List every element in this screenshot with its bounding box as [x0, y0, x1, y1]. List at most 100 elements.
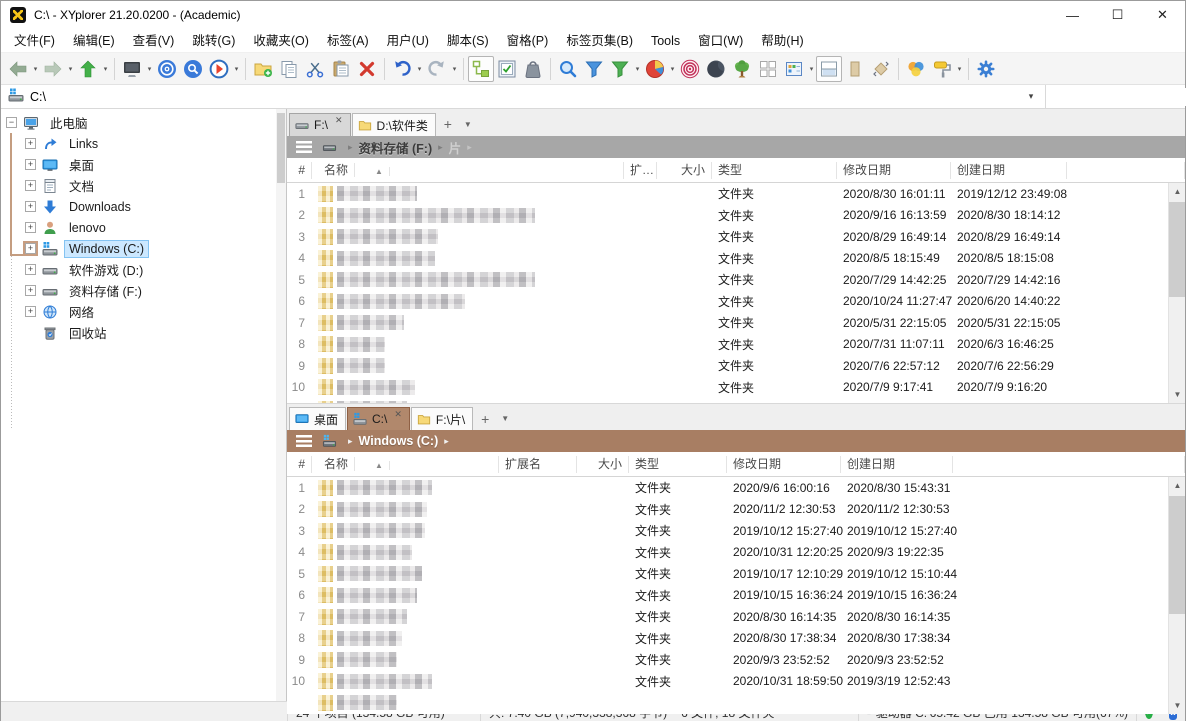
single-pane-button[interactable]	[842, 56, 868, 82]
column-header-size[interactable]: 大小	[657, 162, 712, 179]
menu-item[interactable]: 窗口(W)	[689, 29, 752, 53]
menu-item[interactable]: 脚本(S)	[438, 29, 498, 53]
filter-blue-button[interactable]	[581, 56, 607, 82]
address-dropdown[interactable]: ▾	[1017, 91, 1045, 102]
back-button[interactable]	[5, 56, 31, 82]
spiral-button[interactable]	[677, 56, 703, 82]
checkbox-system-button[interactable]	[494, 56, 520, 82]
menu-item[interactable]: 帮助(H)	[752, 29, 812, 53]
column-header-name[interactable]: 名称▲	[312, 456, 499, 473]
column-header-created[interactable]: 创建日期	[841, 456, 953, 473]
back-dropdown[interactable]: ▾	[31, 65, 40, 73]
pie-chart-button[interactable]	[642, 56, 668, 82]
address-bar[interactable]: C:\ ▾	[1, 85, 1185, 109]
copy-button[interactable]	[276, 56, 302, 82]
table-row[interactable]: 3 文件夹 2020/8/29 16:49:14 2020/8/29 16:49…	[287, 226, 1168, 248]
tab-f-drive[interactable]: F:\✕	[289, 113, 351, 136]
go-dropdown[interactable]: ▾	[232, 65, 241, 73]
tree-scrollbar-thumb[interactable]	[277, 113, 285, 183]
minimize-button[interactable]: —	[1050, 1, 1095, 29]
details-view-button[interactable]	[781, 56, 807, 82]
maximize-button[interactable]: ☐	[1095, 1, 1140, 29]
menu-item[interactable]: 标签(A)	[318, 29, 378, 53]
column-header-size[interactable]: 大小	[577, 456, 629, 473]
menu-item[interactable]: Tools	[642, 29, 689, 53]
undo-dropdown[interactable]: ▾	[415, 65, 424, 73]
details-dropdown[interactable]: ▾	[807, 65, 816, 73]
undo-button[interactable]	[389, 56, 415, 82]
tree-item-links[interactable]: +Links	[1, 133, 286, 154]
table-row[interactable]: 7 文件夹 2020/8/30 16:14:35 2020/8/30 16:14…	[287, 606, 1168, 628]
desktop-button[interactable]	[119, 56, 145, 82]
table-row[interactable]	[287, 398, 1168, 403]
scrollbar-thumb[interactable]	[1169, 496, 1185, 614]
forward-button[interactable]	[40, 56, 66, 82]
tab-close-icon[interactable]: ✕	[394, 408, 402, 419]
bullseye-button[interactable]	[154, 56, 180, 82]
table-row[interactable]: 10 文件夹 2020/10/31 18:59:50 2019/3/19 12:…	[287, 671, 1168, 693]
tree-item-drive-d[interactable]: +软件游戏 (D:)	[1, 259, 286, 280]
menu-item[interactable]: 标签页集(B)	[557, 29, 642, 53]
column-header-modified[interactable]: 修改日期	[837, 162, 951, 179]
table-row[interactable]: 7 文件夹 2020/5/31 22:15:05 2020/5/31 22:15…	[287, 312, 1168, 334]
table-row[interactable]: 4 文件夹 2020/8/5 18:15:49 2020/8/5 18:15:0…	[287, 248, 1168, 270]
table-row[interactable]: 8 文件夹 2020/7/31 11:07:11 2020/6/3 16:46:…	[287, 334, 1168, 356]
desktop-dropdown[interactable]: ▾	[145, 65, 154, 73]
find-button[interactable]	[555, 56, 581, 82]
new-tab-button[interactable]: +	[437, 116, 459, 132]
bottom-pane-scrollbar[interactable]: ▲ ▼	[1168, 477, 1185, 714]
expand-plus[interactable]: +	[25, 264, 36, 275]
column-header-ext[interactable]: 扩展名	[499, 456, 577, 473]
tree-item-documents[interactable]: +文档	[1, 175, 286, 196]
table-row[interactable]: 9 文件夹 2020/9/3 23:52:52 2020/9/3 23:52:5…	[287, 649, 1168, 671]
quad-pane-button[interactable]	[755, 56, 781, 82]
tab-close-icon[interactable]: ✕	[335, 114, 343, 125]
color-filter-button[interactable]	[903, 56, 929, 82]
scrollbar-thumb[interactable]	[1169, 202, 1185, 297]
live-filter-box[interactable]	[1045, 85, 1185, 108]
table-row[interactable]: 6 文件夹 2020/10/24 11:27:47 2020/6/20 14:4…	[287, 291, 1168, 313]
tree-item-downloads[interactable]: +Downloads	[1, 196, 286, 217]
expand-plus[interactable]: +	[25, 306, 36, 317]
tab-d-software[interactable]: D:\软件类	[352, 113, 436, 136]
hamburger-menu-icon[interactable]	[296, 435, 312, 447]
tree-item-drive-c[interactable]: +Windows (C:)	[1, 238, 286, 259]
redo-dropdown[interactable]: ▾	[450, 65, 459, 73]
up-button[interactable]	[75, 56, 101, 82]
new-folder-button[interactable]	[250, 56, 276, 82]
menu-item[interactable]: 窗格(P)	[498, 29, 558, 53]
menu-item[interactable]: 用户(U)	[378, 29, 438, 53]
menu-item[interactable]: 跳转(G)	[183, 29, 244, 53]
column-header-modified[interactable]: 修改日期	[727, 456, 841, 473]
filter-green-button[interactable]	[607, 56, 633, 82]
table-row[interactable]: 8 文件夹 2020/8/30 17:38:34 2020/8/30 17:38…	[287, 628, 1168, 650]
filter-input[interactable]	[1058, 88, 1186, 106]
tab-c-drive[interactable]: C:\✕	[347, 407, 410, 430]
table-row[interactable]: 3 文件夹 2019/10/12 15:27:40 2019/10/12 15:…	[287, 520, 1168, 542]
table-row[interactable]: 5 文件夹 2019/10/17 12:10:29 2019/10/12 15:…	[287, 563, 1168, 585]
filter-green-dropdown[interactable]: ▾	[633, 65, 642, 73]
horizontal-split-button[interactable]	[816, 56, 842, 82]
pie-dropdown[interactable]: ▾	[668, 65, 677, 73]
breadcrumb-segment-dim[interactable]: 片	[449, 138, 462, 157]
tree-toggle-button[interactable]	[468, 56, 494, 82]
column-header-name[interactable]: 名称▲	[312, 162, 624, 179]
tab-f-pian[interactable]: F:\片\	[411, 407, 473, 430]
tree-scrollbar[interactable]	[276, 109, 286, 701]
column-header-created[interactable]: 创建日期	[951, 162, 1067, 179]
drive-icon[interactable]	[322, 140, 338, 154]
drive-windows-icon[interactable]	[322, 434, 338, 448]
expand-plus[interactable]: +	[25, 285, 36, 296]
table-row[interactable]: 9 文件夹 2020/7/6 22:57:12 2020/7/6 22:56:2…	[287, 355, 1168, 377]
tree-item-network[interactable]: +网络	[1, 301, 286, 322]
close-button[interactable]: ✕	[1140, 1, 1185, 29]
zoom-circle-button[interactable]	[180, 56, 206, 82]
folder-tree-button[interactable]	[729, 56, 755, 82]
tab-desktop[interactable]: 桌面	[289, 407, 346, 430]
expand-plus[interactable]: +	[25, 201, 36, 212]
expand-plus-traced[interactable]: +	[25, 243, 36, 254]
tree-item-desktop[interactable]: +桌面	[1, 154, 286, 175]
column-header-index[interactable]: #	[287, 162, 312, 179]
expand-plus[interactable]: +	[25, 138, 36, 149]
table-row[interactable]: 4 文件夹 2020/10/31 12:20:25 2020/9/3 19:22…	[287, 542, 1168, 564]
